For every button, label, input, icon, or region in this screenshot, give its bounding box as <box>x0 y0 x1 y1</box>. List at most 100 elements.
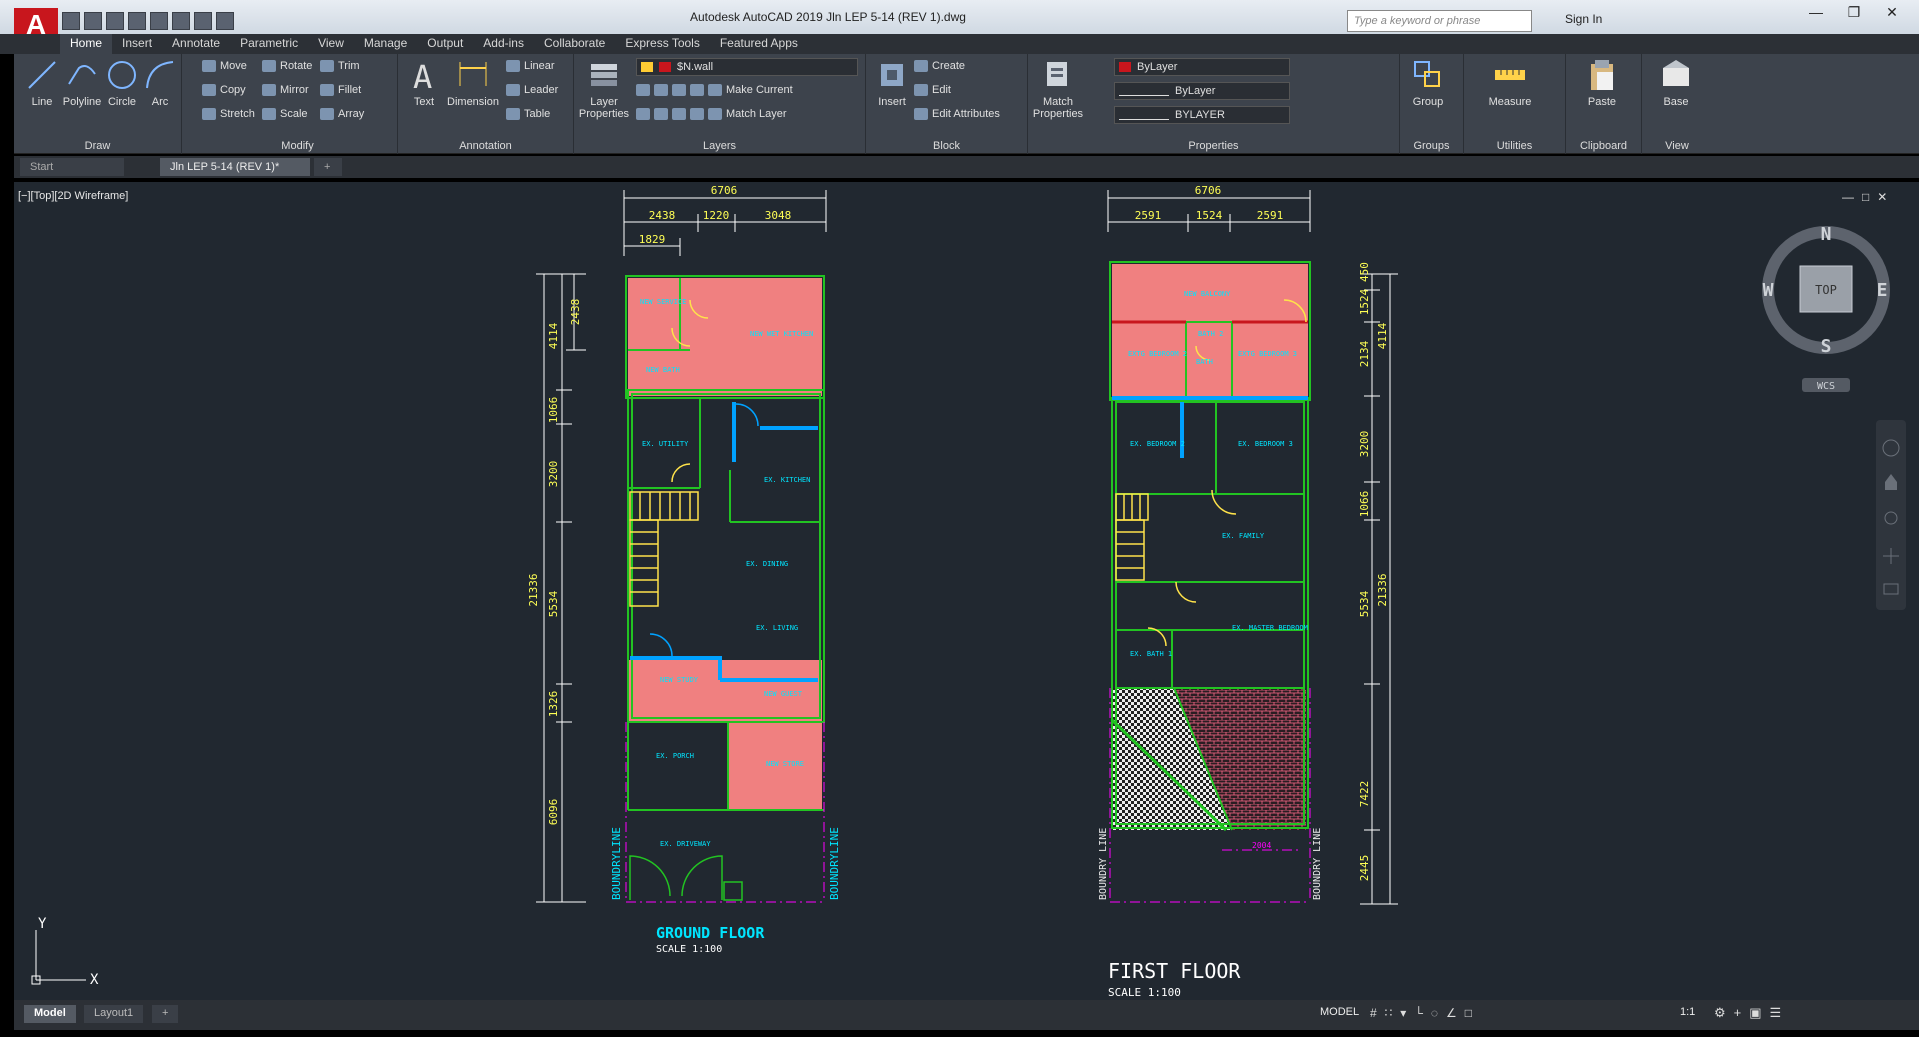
tab-manage[interactable]: Manage <box>354 34 417 54</box>
layer-freeze-icon[interactable] <box>654 84 668 97</box>
group-icon <box>1414 61 1440 87</box>
tab-model[interactable]: Model <box>24 1005 76 1023</box>
mirror-button[interactable]: Mirror <box>262 84 309 97</box>
properties-panel-title[interactable]: Properties <box>1028 140 1399 152</box>
table-button[interactable]: Table <box>506 108 550 121</box>
layer-properties-button[interactable]: Layer Properties <box>574 58 634 120</box>
layer-iso-icon[interactable] <box>636 84 650 97</box>
linear-button[interactable]: Linear <box>506 60 555 73</box>
tab-express-tools[interactable]: Express Tools <box>615 34 709 54</box>
fillet-button[interactable]: Fillet <box>320 84 361 97</box>
viewcube-north[interactable]: N <box>1821 224 1832 245</box>
scale-button[interactable]: Scale <box>262 108 308 121</box>
viewcube-east[interactable]: E <box>1877 280 1888 301</box>
edit-attributes-button[interactable]: Edit Attributes <box>914 108 1000 121</box>
create-block-button[interactable]: Create <box>914 60 965 73</box>
status-right-icons[interactable]: ⚙+▣☰ <box>1714 1005 1789 1021</box>
layer-merge-icon[interactable] <box>654 108 668 121</box>
lineweight-dropdown[interactable]: BYLAYER <box>1114 106 1290 124</box>
tab-parametric[interactable]: Parametric <box>230 34 308 54</box>
groups-panel-title[interactable]: Groups <box>1400 140 1463 152</box>
paste-button[interactable]: Paste <box>1576 58 1628 108</box>
bulb-icon <box>641 62 653 73</box>
scale-icon <box>262 108 276 121</box>
save-icon[interactable] <box>106 12 124 30</box>
leader-label: Leader <box>524 84 559 96</box>
move-button[interactable]: Move <box>202 60 247 73</box>
make-current-button[interactable]: Make Current <box>726 84 793 96</box>
clipboard-panel-title[interactable]: Clipboard <box>1566 140 1641 152</box>
tab-output[interactable]: Output <box>417 34 473 54</box>
layer-off-icon[interactable] <box>672 84 686 97</box>
group-button[interactable]: Group <box>1402 58 1454 108</box>
dim-text: 1220 <box>703 209 730 222</box>
new-tab-button[interactable]: + <box>314 158 342 176</box>
rotate-button[interactable]: Rotate <box>262 60 312 73</box>
layer-unlock-icon[interactable] <box>690 108 704 121</box>
layers-panel-title[interactable]: Layers <box>574 140 865 152</box>
tab-start[interactable]: Start <box>20 158 124 176</box>
viewcube-south[interactable]: S <box>1821 336 1832 357</box>
linetype-dropdown[interactable]: ByLayer <box>1114 82 1290 100</box>
viewcube[interactable]: TOP N S E W WCS <box>1762 224 1890 392</box>
trim-button[interactable]: Trim <box>320 60 360 73</box>
dim-text: 1829 <box>639 233 666 246</box>
plot-icon[interactable] <box>172 12 190 30</box>
layer-lock-icon[interactable] <box>690 84 704 97</box>
polyline-icon <box>68 65 96 85</box>
layer-delete-icon[interactable] <box>672 108 686 121</box>
utilities-panel-title[interactable]: Utilities <box>1464 140 1565 152</box>
sign-in-button[interactable]: Sign In <box>1565 12 1602 26</box>
open-icon[interactable] <box>84 12 102 30</box>
array-button[interactable]: Array <box>320 108 364 121</box>
color-dropdown[interactable]: ByLayer <box>1114 58 1290 76</box>
search-input[interactable]: Type a keyword or phrase <box>1347 10 1532 32</box>
view-panel-title[interactable]: View <box>1642 140 1712 152</box>
modify-panel-title[interactable]: Modify <box>198 140 397 152</box>
save-as-icon[interactable] <box>128 12 146 30</box>
model-space-button[interactable]: MODEL <box>1320 1006 1359 1018</box>
base-view-button[interactable]: Base <box>1650 58 1702 108</box>
tab-home[interactable]: Home <box>60 34 113 54</box>
document-tabs: Start Jln LEP 5-14 (REV 1)* + <box>14 156 1919 178</box>
arc-button[interactable]: Arc <box>134 58 186 108</box>
measure-button[interactable]: Measure <box>1478 58 1542 108</box>
tab-insert[interactable]: Insert <box>112 34 162 54</box>
dim-text: 2438 <box>649 209 676 222</box>
block-panel-title[interactable]: Block <box>866 140 1027 152</box>
dimension-button[interactable]: Dimension <box>442 58 504 108</box>
view-panel: Base View <box>1642 54 1712 154</box>
layer-dropdown[interactable]: $N.wall <box>636 58 858 76</box>
redo-icon[interactable] <box>216 12 234 30</box>
stretch-button[interactable]: Stretch <box>202 108 255 121</box>
annotation-panel-title[interactable]: Annotation <box>398 140 573 152</box>
match-layer-button[interactable]: Match Layer <box>726 108 787 120</box>
copy-button[interactable]: Copy <box>202 84 246 97</box>
tab-layout1[interactable]: Layout1 <box>84 1005 144 1023</box>
leader-button[interactable]: Leader <box>506 84 559 97</box>
insert-button[interactable]: Insert <box>866 58 918 108</box>
new-layout-button[interactable]: + <box>152 1005 179 1023</box>
navigation-bar[interactable] <box>1876 420 1906 610</box>
undo-icon[interactable] <box>194 12 212 30</box>
publish-icon[interactable] <box>150 12 168 30</box>
tab-view[interactable]: View <box>308 34 354 54</box>
tab-featured-apps[interactable]: Featured Apps <box>710 34 808 54</box>
tab-annotate[interactable]: Annotate <box>162 34 230 54</box>
room-label: NEW WET KITCHEN <box>750 330 813 338</box>
match-properties-button[interactable]: Match Properties <box>1028 58 1088 120</box>
close-icon[interactable]: ✕ <box>1876 4 1908 24</box>
annotation-scale-button[interactable]: 1:1 <box>1680 1006 1695 1018</box>
tab-add-ins[interactable]: Add-ins <box>473 34 534 54</box>
new-icon[interactable] <box>62 12 80 30</box>
first-floor-stairs <box>1115 493 1149 581</box>
tab-collaborate[interactable]: Collaborate <box>534 34 615 54</box>
layer-walk-icon[interactable] <box>636 108 650 121</box>
tab-drawing-file[interactable]: Jln LEP 5-14 (REV 1)* <box>160 158 310 176</box>
restore-icon[interactable]: ❐ <box>1838 4 1870 24</box>
minimize-icon[interactable]: — <box>1800 4 1832 24</box>
edit-block-button[interactable]: Edit <box>914 84 951 97</box>
viewcube-west[interactable]: W <box>1763 280 1774 301</box>
draw-panel-title[interactable]: Draw <box>14 140 181 152</box>
status-toggle-icons[interactable]: #∷▾└◌∠□ <box>1370 1006 1480 1020</box>
